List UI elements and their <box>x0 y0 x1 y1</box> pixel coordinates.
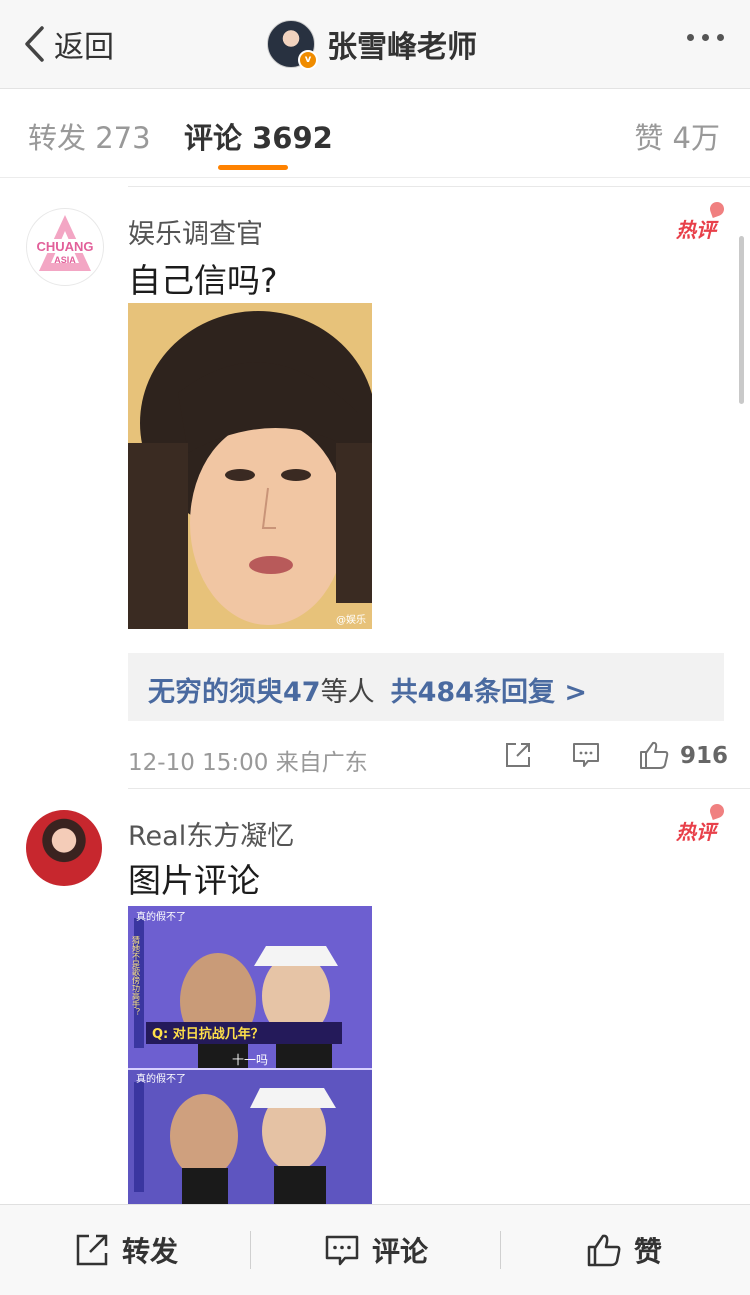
verified-badge-icon: v <box>298 50 318 70</box>
divider <box>128 186 750 187</box>
repost-label: 转发 <box>122 1235 179 1268</box>
svg-text:ASIA: ASIA <box>54 255 76 265</box>
reply-middle-text: 等人 <box>320 677 375 708</box>
like-count: 916 <box>680 743 729 769</box>
comment-text: 图片评论 <box>128 861 260 900</box>
comment-text: 自己信吗? <box>128 261 278 300</box>
divider <box>500 1231 501 1269</box>
avatar[interactable]: CHUANG ASIA <box>26 208 104 286</box>
divider <box>128 788 750 789</box>
page-title: 张雪峰老师 <box>327 30 477 65</box>
like-label: 赞 <box>634 1235 663 1268</box>
repost-button[interactable]: 转发 <box>74 1205 178 1295</box>
comment-image[interactable]: 真的假不了 猜她不是歌傍功高手？ Q: 对日抗战几年？ 十一吗 真的假不了 <box>128 906 372 1204</box>
image-watermark: @娱乐 <box>336 613 366 626</box>
reply-total-link[interactable]: 共484条回复 > <box>391 677 587 708</box>
woman-photo-icon: @娱乐 <box>128 303 372 629</box>
avatar[interactable]: v <box>267 20 318 70</box>
tv-show-screenshot-icon: 真的假不了 猜她不是歌傍功高手？ Q: 对日抗战几年？ 十一吗 真的假不了 <box>128 906 372 1204</box>
hot-comment-badge: 热评 <box>676 214 716 243</box>
scrollbar[interactable] <box>739 236 744 404</box>
username[interactable]: 娱乐调查官 <box>128 212 263 251</box>
comment-meta: 12-10 15:00 来自广东 <box>128 750 368 776</box>
tab-indicator <box>218 165 288 170</box>
share-icon <box>76 1234 108 1266</box>
back-label: 返回 <box>54 30 114 65</box>
chuang-asia-logo-icon: CHUANG ASIA <box>31 215 99 271</box>
comment-button[interactable]: 评论 <box>324 1205 428 1295</box>
tab-bar: 转发 273 评论 3692 赞 4万 <box>0 89 750 178</box>
navigation-bar: 返回 v 张雪峰老师 <box>0 0 750 89</box>
bottom-action-bar: 转发 评论 赞 <box>0 1204 750 1295</box>
svg-text:CHUANG: CHUANG <box>36 239 93 254</box>
image-side-text: 猜她不是歌傍功高手？ <box>132 935 141 1016</box>
reply-username[interactable]: 无穷的须臾47 <box>148 677 321 708</box>
comment-image[interactable]: @娱乐 <box>128 303 372 629</box>
like-icon[interactable] <box>638 739 670 771</box>
image-answer: 十一吗 <box>232 1053 268 1067</box>
divider <box>250 1231 251 1269</box>
image-caption-top: 真的假不了 <box>136 910 186 923</box>
tab-repost[interactable]: 转发 273 <box>28 115 151 157</box>
reply-summary[interactable]: 无穷的须臾47等人 共484条回复 > <box>128 653 724 721</box>
tab-likes[interactable]: 赞 4万 <box>634 115 720 157</box>
image-caption-bottom: 真的假不了 <box>136 1072 186 1085</box>
more-dots-icon[interactable] <box>687 34 724 41</box>
profile-title[interactable]: v 张雪峰老师 <box>267 20 477 70</box>
back-button[interactable]: 返回 <box>22 24 114 65</box>
hot-comment-badge: 热评 <box>676 816 716 845</box>
comment-icon <box>325 1235 359 1266</box>
tab-comments[interactable]: 评论 3692 <box>184 115 333 157</box>
like-button[interactable]: 赞 <box>586 1205 662 1295</box>
username[interactable]: Real东方凝忆 <box>128 814 294 853</box>
like-icon <box>587 1234 621 1267</box>
comment-list[interactable]: CHUANG ASIA 娱乐调查官 热评 自己信吗? @娱乐 无穷的须臾47等人… <box>0 186 750 1204</box>
comment-label: 评论 <box>372 1235 429 1268</box>
avatar[interactable] <box>26 810 102 886</box>
image-question: Q: 对日抗战几年？ <box>152 1026 264 1042</box>
comment-icon[interactable] <box>572 741 600 769</box>
chevron-left-icon <box>25 26 44 62</box>
share-icon[interactable] <box>504 741 532 769</box>
